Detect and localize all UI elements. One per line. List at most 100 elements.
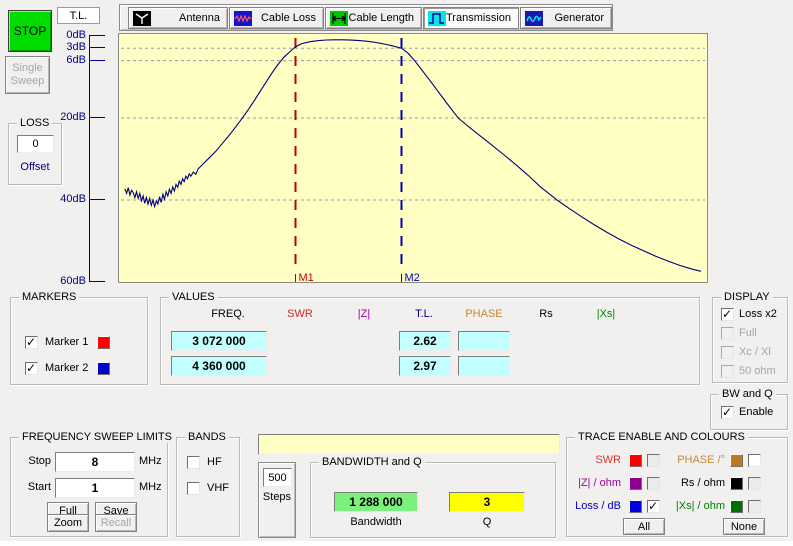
trace-swatch-loss[interactable]: [629, 500, 642, 513]
start-freq-label: Start: [23, 481, 51, 493]
trace-swatch-swr[interactable]: [629, 454, 642, 467]
display-group: DISPLAY Loss x2 Full Xc / Xl 50 ohm: [712, 297, 788, 383]
trace-checkbox-phase[interactable]: [748, 454, 761, 467]
display-xc-xl-checkbox[interactable]: [721, 346, 734, 359]
svg-text:M1: M1: [299, 272, 314, 282]
values-group: VALUES FREQ. SWR |Z| T.L. PHASE Rs |Xs| …: [160, 297, 700, 385]
toolbar-label-cable-length: Cable Length: [348, 12, 416, 24]
display-full-checkbox[interactable]: [721, 327, 734, 340]
y-axis-tick-20db: [90, 117, 105, 118]
trace-swatch-xs[interactable]: [730, 500, 743, 513]
y-axis-line: [89, 35, 90, 282]
y-axis-tick-60db: [90, 281, 105, 282]
steps-label: Steps: [259, 491, 295, 503]
values-header-z: |Z|: [334, 308, 394, 320]
y-axis-tick-0db: [90, 35, 105, 36]
trace-checkbox-loss[interactable]: [647, 500, 660, 513]
display-50ohm-label: 50 ohm: [739, 365, 776, 377]
trace-swatch-rs[interactable]: [730, 477, 743, 490]
bandwidth-label: Bandwidth: [334, 516, 418, 528]
bwq-enable-checkbox[interactable]: [721, 406, 734, 419]
bandwidth-value: 1 288 000: [334, 492, 418, 512]
stop-freq-input[interactable]: 8: [55, 452, 135, 472]
display-loss-x2-checkbox[interactable]: [721, 308, 734, 321]
vhf-label: VHF: [207, 482, 229, 494]
vhf-checkbox[interactable]: [187, 482, 200, 495]
trace-label-rs: Rs / ohm: [667, 477, 725, 489]
display-loss-x2-label: Loss x2: [739, 308, 777, 320]
display-group-title: DISPLAY: [721, 291, 773, 303]
y-axis: 0dB3dB6dB20dB40dB60dB: [0, 0, 118, 300]
toolbar-button-cable-loss[interactable]: Cable Loss: [229, 7, 324, 29]
freq-value-m1[interactable]: 3 072 000: [171, 331, 267, 351]
trace-checkbox-xs[interactable]: [748, 500, 761, 513]
bw-q-group: BW and Q Enable: [710, 394, 788, 430]
sweep-group-title: FREQUENCY SWEEP LIMITS: [19, 431, 175, 443]
all-button[interactable]: All: [623, 518, 665, 535]
q-label: Q: [449, 516, 525, 528]
markers-group: MARKERS Marker 1 Marker 2: [10, 297, 148, 385]
zoom-button[interactable]: Zoom: [47, 514, 89, 532]
bands-group-title: BANDS: [185, 431, 229, 443]
y-axis-label-60db: 60dB: [38, 274, 86, 288]
y-axis-label-40db: 40dB: [38, 192, 86, 206]
bands-group: BANDS HF VHF: [176, 437, 240, 537]
values-header-xs: |Xs|: [576, 308, 636, 320]
svg-text:M2: M2: [405, 272, 420, 282]
recall-button[interactable]: Recall: [95, 514, 137, 532]
trace-label-z: |Z| / ohm: [569, 477, 621, 489]
trace-label-phase: PHASE /°: [667, 454, 725, 466]
sweep-chart[interactable]: M1 M2: [118, 33, 708, 283]
steps-input[interactable]: 500: [263, 468, 292, 487]
freq-value-m2[interactable]: 4 360 000: [171, 356, 267, 376]
display-xc-xl-label: Xc / Xl: [739, 346, 771, 358]
phase-value-m1: [458, 331, 510, 351]
y-axis-tick-40db: [90, 199, 105, 200]
toolbar-button-transmission[interactable]: Transmission: [423, 7, 519, 29]
bandwidth-group-title: BANDWIDTH and Q: [319, 456, 425, 468]
hf-label: HF: [207, 456, 222, 468]
display-full-label: Full: [739, 327, 757, 339]
toolbar-label-transmission: Transmission: [446, 12, 513, 24]
trace-checkbox-swr[interactable]: [647, 454, 660, 467]
marker2-checkbox[interactable]: [25, 362, 38, 375]
none-button[interactable]: None: [723, 518, 765, 535]
display-50ohm-checkbox[interactable]: [721, 365, 734, 378]
toolbar-button-generator[interactable]: Generator: [520, 7, 612, 29]
phase-value-m2: [458, 356, 510, 376]
trace-swatch-z[interactable]: [629, 477, 642, 490]
marker1-color-swatch[interactable]: [97, 336, 110, 349]
bw-q-group-title: BW and Q: [719, 388, 776, 400]
trace-checkbox-rs[interactable]: [748, 477, 761, 490]
trace-label-xs: |Xs| / ohm: [667, 500, 725, 512]
marker1-checkbox[interactable]: [25, 336, 38, 349]
chart-canvas: M1 M2: [119, 34, 707, 282]
app-window: { "window": { "background": "#F1F0EF" },…: [0, 0, 793, 546]
toolbar-label-cable-loss: Cable Loss: [252, 12, 318, 24]
marker2-color-swatch[interactable]: [97, 362, 110, 375]
toolbar: Antenna Cable Loss Cable Length Transmis…: [119, 4, 613, 31]
trace-swatch-phase[interactable]: [730, 454, 743, 467]
start-freq-unit: MHz: [139, 481, 162, 493]
marker1-label: Marker 1: [45, 336, 88, 348]
toolbar-button-antenna[interactable]: Antenna: [128, 7, 228, 29]
message-bar: [258, 434, 560, 455]
window-bottom-edge: [0, 541, 793, 546]
bwq-enable-label: Enable: [739, 406, 773, 418]
toolbar-button-cable-length[interactable]: Cable Length: [325, 7, 422, 29]
values-header-freq: FREQ.: [188, 308, 268, 320]
hf-checkbox[interactable]: [187, 456, 200, 469]
transmission-icon: [428, 11, 446, 26]
toolbar-label-generator: Generator: [543, 12, 606, 24]
cable-loss-icon: [234, 11, 252, 26]
trace-group-title: TRACE ENABLE AND COLOURS: [575, 431, 748, 443]
y-axis-tick-3db: [90, 47, 105, 48]
markers-group-title: MARKERS: [19, 291, 79, 303]
y-axis-tick-6db: [90, 60, 105, 61]
start-freq-input[interactable]: 1: [55, 478, 135, 498]
values-group-title: VALUES: [169, 291, 218, 303]
y-axis-label-6db: 6dB: [38, 53, 86, 67]
values-header-rs: Rs: [516, 308, 576, 320]
generator-icon: [525, 11, 543, 26]
trace-checkbox-z[interactable]: [647, 477, 660, 490]
